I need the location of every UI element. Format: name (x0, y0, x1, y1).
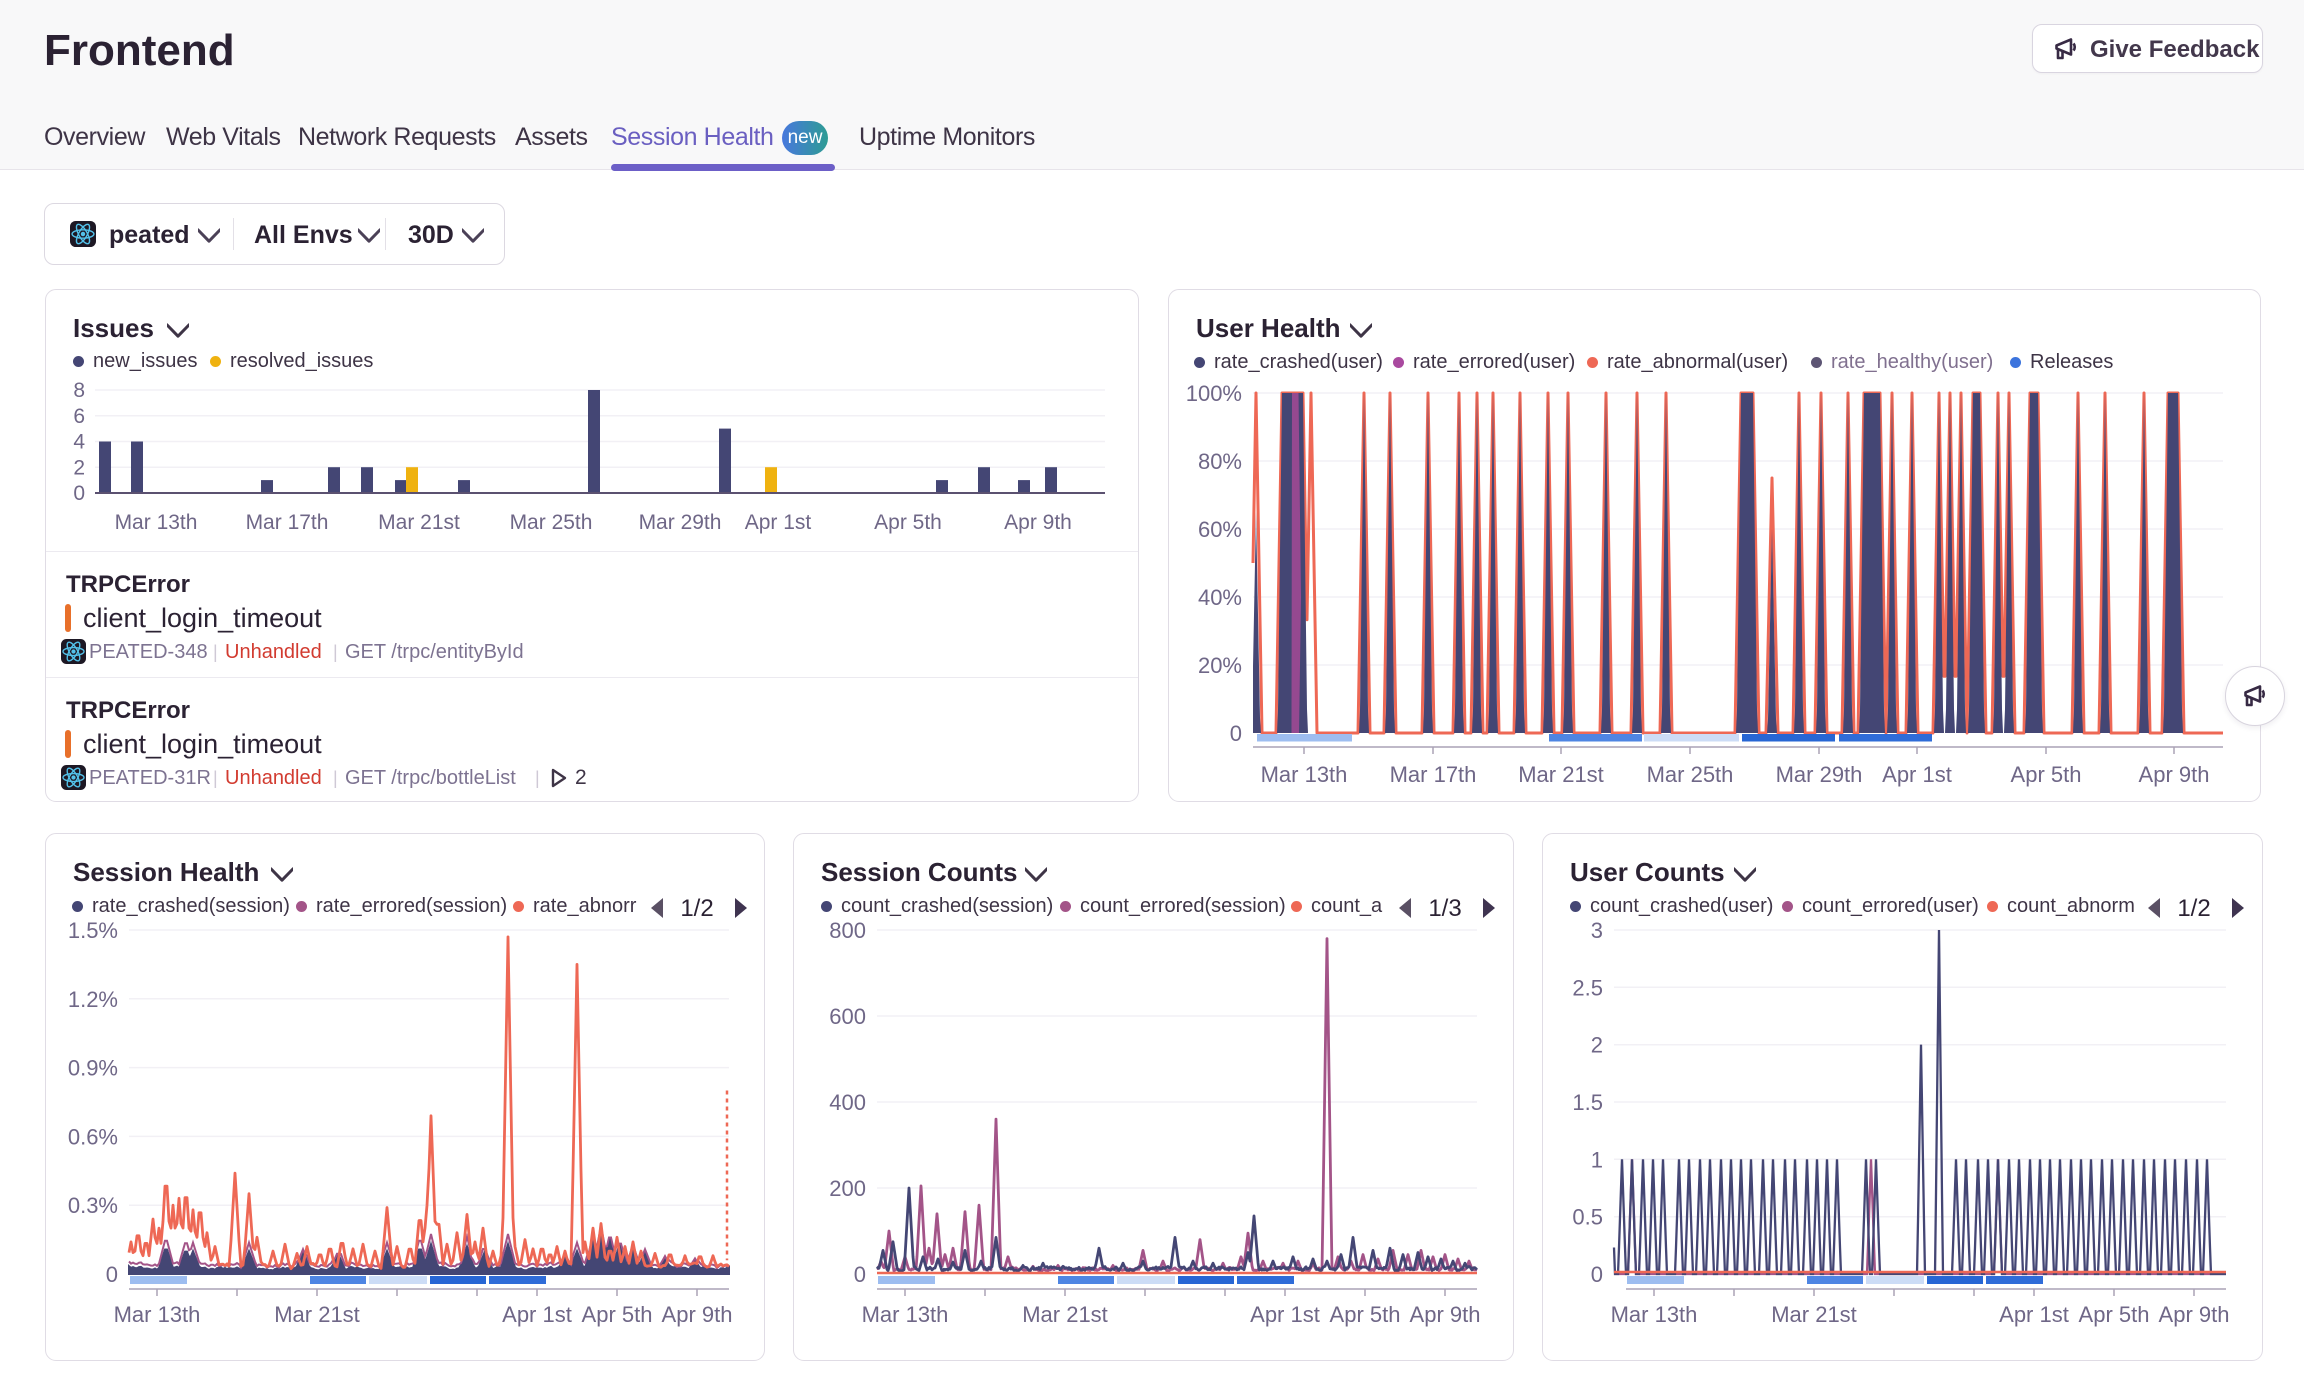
svg-text:Apr 9th: Apr 9th (2139, 762, 2210, 787)
svg-text:Mar 21st: Mar 21st (1518, 762, 1604, 787)
svg-text:Apr 9th: Apr 9th (2159, 1302, 2230, 1327)
svg-text:Mar 13th: Mar 13th (862, 1302, 949, 1327)
svg-text:1.2%: 1.2% (68, 987, 118, 1012)
svg-text:0: 0 (106, 1262, 118, 1287)
svg-text:0: 0 (73, 482, 85, 505)
svg-text:1.5: 1.5 (1572, 1090, 1603, 1115)
svg-text:Apr 5th: Apr 5th (2011, 762, 2082, 787)
svg-text:Apr 1st: Apr 1st (502, 1302, 572, 1327)
svg-text:Apr 1st: Apr 1st (1250, 1302, 1320, 1327)
svg-text:4: 4 (73, 431, 85, 454)
svg-text:Apr 9th: Apr 9th (1004, 511, 1072, 534)
svg-text:3: 3 (1591, 918, 1603, 943)
svg-text:1.5%: 1.5% (68, 918, 118, 943)
svg-text:0: 0 (1230, 721, 1242, 746)
svg-text:Apr 5th: Apr 5th (2079, 1302, 2150, 1327)
svg-text:2.5: 2.5 (1572, 975, 1603, 1000)
svg-text:Apr 1st: Apr 1st (1882, 762, 1952, 787)
svg-text:400: 400 (829, 1090, 866, 1115)
svg-text:Mar 25th: Mar 25th (1647, 762, 1734, 787)
svg-text:Mar 21st: Mar 21st (378, 511, 460, 534)
svg-text:Mar 29th: Mar 29th (1776, 762, 1863, 787)
svg-text:Apr 5th: Apr 5th (874, 511, 942, 534)
svg-text:Apr 9th: Apr 9th (1410, 1302, 1481, 1327)
svg-text:Mar 21st: Mar 21st (1022, 1302, 1108, 1327)
svg-text:Mar 29th: Mar 29th (639, 511, 722, 534)
svg-text:0: 0 (1591, 1262, 1603, 1287)
svg-text:60%: 60% (1198, 517, 1242, 542)
svg-text:Mar 25th: Mar 25th (510, 511, 593, 534)
svg-text:600: 600 (829, 1004, 866, 1029)
svg-text:0.6%: 0.6% (68, 1124, 118, 1149)
svg-text:0.5: 0.5 (1572, 1205, 1603, 1230)
svg-text:0.9%: 0.9% (68, 1056, 118, 1081)
svg-text:800: 800 (829, 918, 866, 943)
svg-text:Apr 1st: Apr 1st (1999, 1302, 2069, 1327)
svg-text:2: 2 (1591, 1033, 1603, 1058)
svg-text:20%: 20% (1198, 653, 1242, 678)
svg-text:200: 200 (829, 1176, 866, 1201)
svg-text:Mar 17th: Mar 17th (1390, 762, 1477, 787)
svg-text:Apr 1st: Apr 1st (745, 511, 812, 534)
svg-text:80%: 80% (1198, 449, 1242, 474)
svg-text:Mar 21st: Mar 21st (274, 1302, 360, 1327)
svg-text:8: 8 (73, 379, 85, 402)
svg-text:Mar 13th: Mar 13th (1611, 1302, 1698, 1327)
svg-text:Apr 5th: Apr 5th (582, 1302, 653, 1327)
svg-text:2: 2 (73, 456, 85, 479)
svg-text:Mar 13th: Mar 13th (115, 511, 198, 534)
svg-text:0: 0 (854, 1262, 866, 1287)
svg-text:Mar 17th: Mar 17th (246, 511, 329, 534)
svg-text:0.3%: 0.3% (68, 1193, 118, 1218)
svg-text:Mar 13th: Mar 13th (1261, 762, 1348, 787)
svg-text:Mar 21st: Mar 21st (1771, 1302, 1857, 1327)
svg-text:Apr 9th: Apr 9th (662, 1302, 733, 1327)
svg-text:Apr 5th: Apr 5th (1330, 1302, 1401, 1327)
svg-text:Mar 13th: Mar 13th (114, 1302, 201, 1327)
svg-text:40%: 40% (1198, 585, 1242, 610)
svg-text:6: 6 (73, 405, 85, 428)
svg-text:100%: 100% (1186, 381, 1242, 406)
svg-text:1: 1 (1591, 1147, 1603, 1172)
